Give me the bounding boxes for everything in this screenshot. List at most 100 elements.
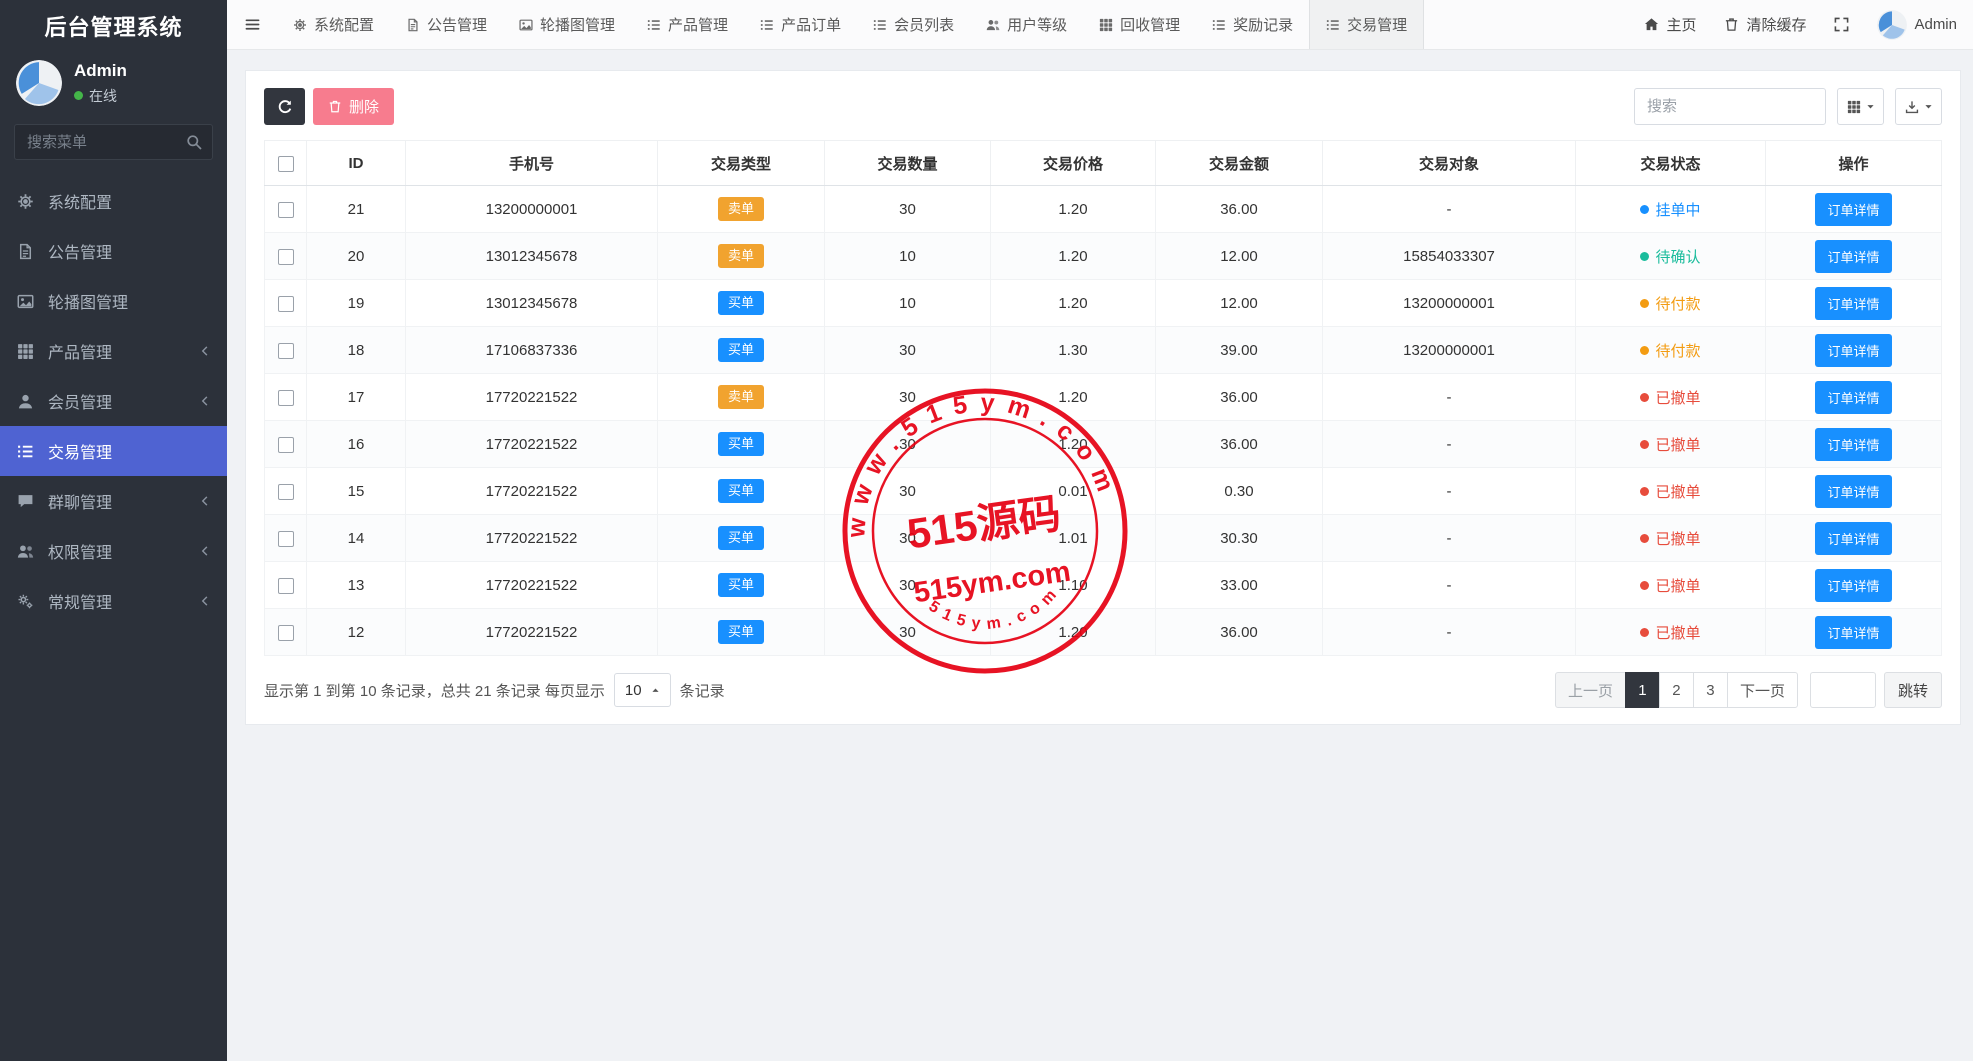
- order-detail-button[interactable]: 订单详情: [1815, 193, 1891, 226]
- order-detail-button[interactable]: 订单详情: [1815, 569, 1891, 602]
- table-search-input[interactable]: [1634, 88, 1826, 125]
- column-header[interactable]: 交易金额: [1156, 141, 1323, 186]
- page-jump-input[interactable]: [1810, 672, 1876, 708]
- topbar-tab[interactable]: 奖励记录: [1196, 0, 1309, 49]
- topbar-tab-label: 公告管理: [427, 14, 487, 35]
- order-detail-button[interactable]: 订单详情: [1815, 428, 1891, 461]
- hamburger-menu-icon[interactable]: [227, 0, 277, 49]
- pagination-page[interactable]: 2: [1659, 672, 1694, 708]
- page-size-dropdown[interactable]: 10: [614, 673, 671, 707]
- pagination-page[interactable]: 1: [1625, 672, 1660, 708]
- page-size-value: 10: [625, 682, 642, 699]
- sidebar-item[interactable]: 常规管理: [0, 576, 227, 626]
- column-header[interactable]: ID: [307, 141, 406, 186]
- sidebar-item-label: 常规管理: [48, 589, 199, 613]
- topbar-tab[interactable]: 用户等级: [970, 0, 1083, 49]
- cell-phone: 17720221522: [406, 609, 658, 656]
- cell-status: 已撤单: [1576, 515, 1766, 562]
- cell-quantity: 30: [825, 186, 991, 233]
- sidebar-item[interactable]: 群聊管理: [0, 476, 227, 526]
- column-header[interactable]: 操作: [1766, 141, 1942, 186]
- cell-phone: 17720221522: [406, 515, 658, 562]
- fullscreen-button[interactable]: [1820, 0, 1863, 49]
- refresh-button[interactable]: [264, 88, 305, 125]
- menu-search-input[interactable]: [14, 124, 213, 160]
- admin-profile[interactable]: Admin: [1863, 0, 1971, 49]
- order-detail-button[interactable]: 订单详情: [1815, 334, 1891, 367]
- topbar-tab[interactable]: 系统配置: [277, 0, 390, 49]
- topbar-tab[interactable]: 产品订单: [744, 0, 857, 49]
- doc-icon: [406, 18, 420, 32]
- clear-cache-button[interactable]: 清除缓存: [1710, 0, 1820, 49]
- cell-type: 买单: [658, 327, 825, 374]
- topbar-tab[interactable]: 公告管理: [390, 0, 503, 49]
- online-dot-icon: [74, 91, 83, 100]
- export-dropdown-button[interactable]: [1895, 88, 1942, 125]
- page-jump-button[interactable]: 跳转: [1884, 672, 1942, 708]
- cell-price: 0.01: [991, 468, 1156, 515]
- topbar-tab[interactable]: 轮播图管理: [503, 0, 631, 49]
- list-icon: [1326, 18, 1340, 32]
- order-detail-button[interactable]: 订单详情: [1815, 616, 1891, 649]
- sidebar-item-label: 权限管理: [48, 539, 199, 563]
- row-checkbox[interactable]: [278, 202, 294, 218]
- row-checkbox[interactable]: [278, 437, 294, 453]
- order-detail-button[interactable]: 订单详情: [1815, 287, 1891, 320]
- user-status-label: 在线: [89, 86, 117, 106]
- delete-button[interactable]: 删除: [313, 88, 394, 125]
- cell-status: 挂单中: [1576, 186, 1766, 233]
- cell-status: 已撤单: [1576, 609, 1766, 656]
- sidebar-item[interactable]: 公告管理: [0, 226, 227, 276]
- order-detail-button[interactable]: 订单详情: [1815, 240, 1891, 273]
- list-icon: [16, 443, 35, 460]
- topbar-tab-label: 会员列表: [894, 14, 954, 35]
- home-link[interactable]: 主页: [1630, 0, 1710, 49]
- topbar-tab[interactable]: 回收管理: [1083, 0, 1196, 49]
- chevl-icon: [199, 345, 211, 357]
- delete-label: 删除: [349, 96, 379, 117]
- row-checkbox[interactable]: [278, 343, 294, 359]
- table-row: 1817106837336买单301.3039.0013200000001待付款…: [265, 327, 1942, 374]
- column-header[interactable]: 交易类型: [658, 141, 825, 186]
- pagination-next[interactable]: 下一页: [1727, 672, 1798, 708]
- sidebar-item[interactable]: 产品管理: [0, 326, 227, 376]
- row-checkbox[interactable]: [278, 296, 294, 312]
- user-panel: Admin 在线: [0, 52, 227, 116]
- row-checkbox[interactable]: [278, 578, 294, 594]
- row-checkbox[interactable]: [278, 390, 294, 406]
- topbar-tab[interactable]: 产品管理: [631, 0, 744, 49]
- cell-action: 订单详情: [1766, 233, 1942, 280]
- sidebar-item[interactable]: 权限管理: [0, 526, 227, 576]
- sidebar-item[interactable]: 会员管理: [0, 376, 227, 426]
- row-checkbox[interactable]: [278, 484, 294, 500]
- sidebar-item[interactable]: 系统配置: [0, 176, 227, 226]
- status-dot-icon: [1640, 299, 1649, 308]
- sidebar-item[interactable]: 轮播图管理: [0, 276, 227, 326]
- columns-dropdown-button[interactable]: [1837, 88, 1884, 125]
- pagination-page[interactable]: 3: [1693, 672, 1728, 708]
- row-checkbox[interactable]: [278, 249, 294, 265]
- column-header[interactable]: 交易对象: [1323, 141, 1576, 186]
- column-header[interactable]: 交易价格: [991, 141, 1156, 186]
- order-detail-button[interactable]: 订单详情: [1815, 522, 1891, 555]
- order-detail-button[interactable]: 订单详情: [1815, 381, 1891, 414]
- topbar-tab[interactable]: 交易管理: [1309, 0, 1424, 49]
- row-checkbox[interactable]: [278, 625, 294, 641]
- pagination-prev[interactable]: 上一页: [1555, 672, 1626, 708]
- column-header[interactable]: 交易数量: [825, 141, 991, 186]
- sidebar-item[interactable]: 交易管理: [0, 426, 227, 476]
- order-detail-button[interactable]: 订单详情: [1815, 475, 1891, 508]
- cell-phone: 17720221522: [406, 468, 658, 515]
- sidebar: 后台管理系统 Admin 在线 系统配置公告管理轮播图管理产品管理会员管理交易管…: [0, 0, 227, 1061]
- row-checkbox[interactable]: [278, 531, 294, 547]
- user-name: Admin: [74, 61, 127, 81]
- column-header[interactable]: 手机号: [406, 141, 658, 186]
- list-icon: [1212, 18, 1226, 32]
- select-all-checkbox[interactable]: [278, 156, 294, 172]
- topbar-tab[interactable]: 会员列表: [857, 0, 970, 49]
- cell-action: 订单详情: [1766, 374, 1942, 421]
- column-header[interactable]: 交易状态: [1576, 141, 1766, 186]
- columns-grid-icon: [1847, 100, 1861, 114]
- trash-icon: [1724, 17, 1739, 32]
- cell-checkbox: [265, 233, 307, 280]
